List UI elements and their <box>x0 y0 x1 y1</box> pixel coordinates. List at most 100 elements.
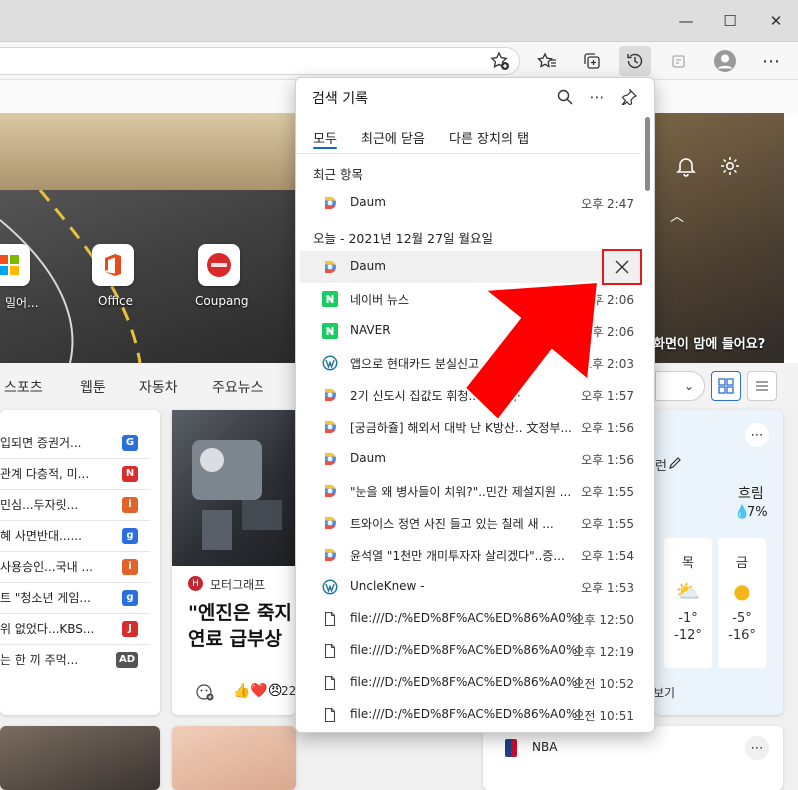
news-list-item[interactable]: 트 "청소년 게임... g <box>0 582 156 613</box>
chevron-down-icon[interactable]: ⌄ <box>655 371 705 401</box>
quicklink-label: Office <box>98 294 134 308</box>
history-item[interactable]: NAVER 오후 2:06 <box>300 315 640 347</box>
news-list-item[interactable]: 관계 다층적, 미... N <box>0 458 156 489</box>
nav-item-sports[interactable]: 스포츠 <box>4 377 43 397</box>
news-list-item[interactable]: 사용승인...국내 ... i <box>0 551 156 582</box>
history-item[interactable]: 트와이스 정연 사진 들고 있는 칠레 새 ... 오후 1:55 <box>300 507 640 539</box>
nav-item-cars[interactable]: 자동차 <box>139 377 178 397</box>
article-headline-line1: "엔진은 죽지 <box>188 602 292 624</box>
tab-other-devices[interactable]: 다른 장치의 탭 <box>449 128 529 147</box>
weather-more-link[interactable]: 보기 <box>653 684 675 701</box>
coupang-icon[interactable] <box>198 244 240 286</box>
history-item[interactable]: file:///D:/%ED%8F%AC%ED%86%A0%E... 오후 12:… <box>300 603 640 635</box>
sports-more-icon[interactable]: ⋯ <box>745 736 769 760</box>
forecast-day-label: 금 <box>736 556 748 571</box>
source-logo-icon: H <box>188 576 203 591</box>
forecast-day-thu[interactable]: 목 ⛅ -1° -12° <box>664 538 712 668</box>
history-item[interactable]: [궁금하쥴] 해외서 대박 난 K방산.. 文정부... 오후 1:56 <box>300 411 640 443</box>
minimize-button[interactable]: — <box>665 0 707 42</box>
news-headline: 사용승인...국내 ... <box>0 560 93 574</box>
history-item[interactable]: Daum 오후 2:47 <box>300 187 640 219</box>
maximize-button[interactable]: ☐ <box>709 0 751 42</box>
file-icon <box>322 611 338 627</box>
history-item[interactable]: "눈을 왜 병사들이 치워?"..민간 제설지원 ... 오후 1:55 <box>300 475 640 507</box>
file-icon <box>322 707 338 723</box>
scrollbar-thumb[interactable] <box>645 117 650 191</box>
more-options-icon[interactable]: ⋯ <box>584 84 610 110</box>
history-item-time: 오후 2:06 <box>581 293 634 307</box>
news-list-item[interactable]: 는 한 끼 주먹... AD <box>0 644 156 675</box>
history-item-time: 오후 1:53 <box>581 581 634 595</box>
background-feedback-text[interactable]: 화면이 맘에 들어요? <box>653 333 765 352</box>
profile-avatar[interactable] <box>709 46 741 76</box>
weather-more-icon[interactable]: ⋯ <box>745 423 769 447</box>
history-item[interactable]: UncleKnew - 오후 1:53 <box>300 571 640 603</box>
news-headline: 트 "청소년 게임... <box>0 591 91 605</box>
history-item-time: 오후 1:55 <box>581 517 634 531</box>
reaction-emoji-icon: 👍❤️😠 <box>233 683 283 699</box>
bottom-article-image[interactable] <box>0 726 160 790</box>
gear-icon[interactable] <box>719 155 741 181</box>
news-source-icon: AD <box>116 651 138 668</box>
history-item-title: file:///D:/%ED%8F%AC%ED%86%A0%E... <box>350 611 580 625</box>
history-item-time: 오후 2:03 <box>581 357 634 371</box>
news-source-icon: i <box>122 558 138 575</box>
office-icon[interactable] <box>92 244 134 286</box>
history-item[interactable]: 네이버 뉴스 오후 2:06 <box>300 283 640 315</box>
news-list-item[interactable]: 혜 사면반대...... g <box>0 520 156 551</box>
news-headline: 입되면 증권거... <box>0 436 82 450</box>
road-image <box>0 189 300 364</box>
naver-favicon-icon <box>322 291 338 307</box>
history-item-title: Daum <box>350 195 386 209</box>
daum-favicon-icon <box>322 259 338 275</box>
sports-card[interactable] <box>483 726 783 790</box>
history-item[interactable]: 2기 신도시 집값도 휘청...어 위례· 오후 1:57 <box>300 379 640 411</box>
history-item-title: Daum <box>350 451 386 465</box>
recent-section-heading: 최근 항목 <box>313 167 363 182</box>
windows-icon[interactable] <box>0 244 30 286</box>
tab-recently-closed[interactable]: 최근에 닫음 <box>361 128 425 147</box>
news-source-icon: J <box>122 620 138 637</box>
history-icon[interactable] <box>619 46 651 76</box>
favorites-icon[interactable] <box>531 46 563 76</box>
close-window-button[interactable]: ✕ <box>755 0 797 42</box>
extension-icon[interactable] <box>663 46 695 76</box>
pin-icon[interactable] <box>616 84 642 110</box>
bottom-article-image[interactable] <box>172 726 296 790</box>
history-item-title: 네이버 뉴스 <box>350 293 410 307</box>
background-image-top <box>0 113 300 193</box>
nav-item-top-news[interactable]: 주요뉴스 <box>212 377 264 397</box>
sports-league-label: NBA <box>532 740 558 754</box>
history-item[interactable]: file:///D:/%ED%8F%AC%ED%86%A0%E... 오전 10:… <box>300 699 640 731</box>
close-icon[interactable] <box>602 249 642 285</box>
daum-favicon-icon <box>322 547 338 563</box>
edit-location-icon[interactable] <box>668 455 682 474</box>
nav-item-webtoon[interactable]: 웹툰 <box>80 377 106 397</box>
scrollbar[interactable] <box>642 116 652 730</box>
history-item[interactable]: 윤석열 "1천만 개미투자자 살리겠다"..증... 오후 1:54 <box>300 539 640 571</box>
grid-view-icon[interactable] <box>711 371 741 401</box>
search-icon[interactable] <box>552 84 578 110</box>
history-item[interactable]: file:///D:/%ED%8F%AC%ED%86%A0%E... 오전 10:… <box>300 667 640 699</box>
forecast-day-fri[interactable]: 금 ● -5° -16° <box>718 538 766 668</box>
news-list-item[interactable]: 위 없었다...KBS... J <box>0 613 156 644</box>
news-headline: 관계 다층적, 미... <box>0 467 90 481</box>
history-item[interactable]: file:///D:/%ED%8F%AC%ED%86%A0%E... 오후 12:… <box>300 635 640 667</box>
file-icon <box>322 643 338 659</box>
tab-all[interactable]: 모두 <box>313 128 337 147</box>
article-image <box>172 410 296 566</box>
add-reaction-icon[interactable] <box>196 683 214 705</box>
bell-icon[interactable] <box>675 155 697 181</box>
address-bar[interactable] <box>0 47 520 75</box>
history-item[interactable]: Daum 오후 1:56 <box>300 443 640 475</box>
collections-icon[interactable] <box>576 46 608 76</box>
history-item[interactable]: Daum <box>300 251 640 283</box>
news-list-item[interactable]: 입되면 증권거... G <box>0 427 156 458</box>
add-favorite-icon[interactable] <box>484 46 516 76</box>
news-list-item[interactable]: 민심...두자릿... i <box>0 489 156 520</box>
history-item-title: [궁금하쥴] 해외서 대박 난 K방산.. 文정부... <box>350 421 572 435</box>
more-menu-icon[interactable]: ⋯ <box>755 46 787 76</box>
chevron-up-icon[interactable]: ︿ <box>670 206 684 226</box>
history-item[interactable]: 앱으로 현대카드 분실신고 오후 2:03 <box>300 347 640 379</box>
list-view-icon[interactable] <box>747 371 777 401</box>
